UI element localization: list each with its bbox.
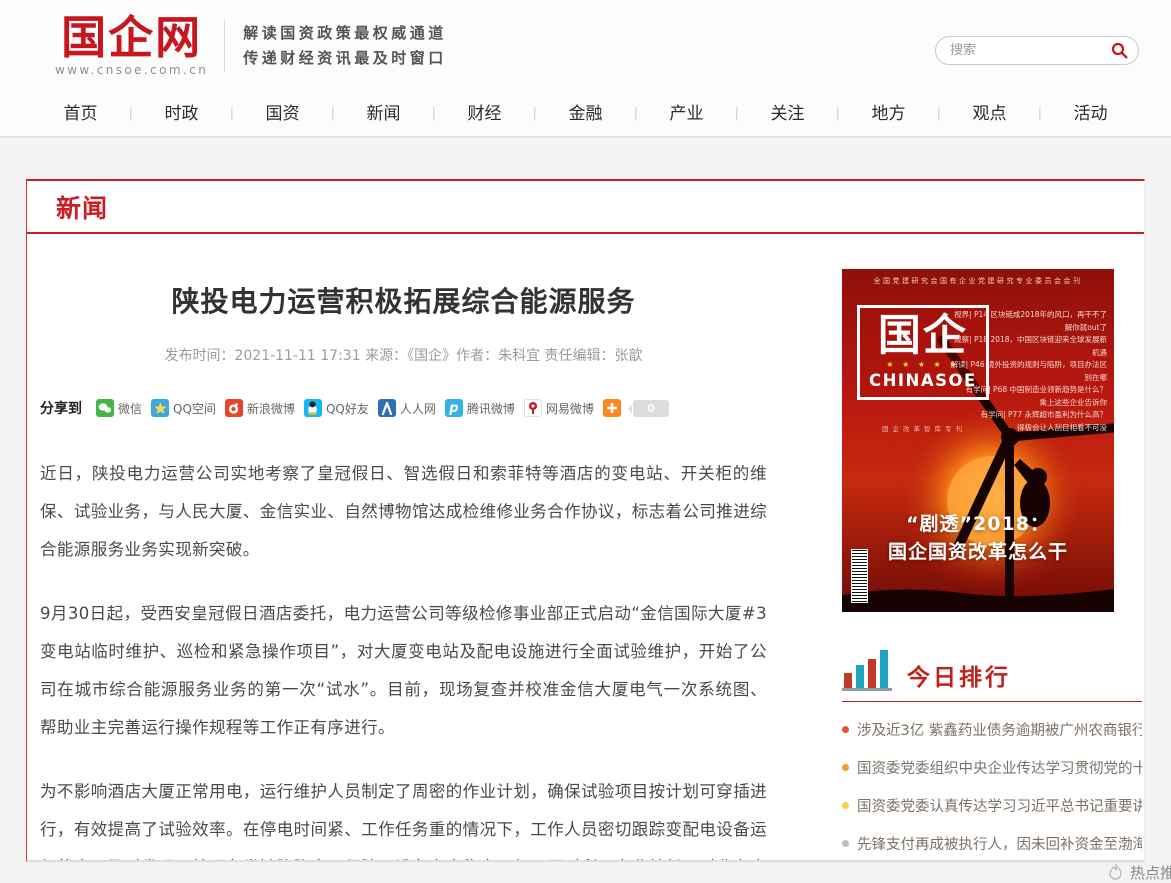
ranking-title: 今日排行 xyxy=(907,658,1011,692)
header-divider xyxy=(224,20,225,72)
magazine-title-line-1: “剧透”2018： xyxy=(842,510,1114,538)
rank-bullet-3 xyxy=(842,802,849,809)
rank-bullet-4 xyxy=(842,840,849,847)
share-qq[interactable]: QQ好友 xyxy=(304,399,369,417)
ranking-item-text: 先锋支付再成被执行人，因未回补资金至渤海 xyxy=(857,833,1142,854)
share-label: 分享到 xyxy=(40,398,82,418)
share-wechat-label: 微信 xyxy=(118,400,142,417)
ranking-header: 今日排行 xyxy=(842,648,1142,702)
share-bar: 分享到 微信 QQ空间 新浪微博 xyxy=(40,398,767,418)
magazine-headline: 视界| P14 区块链成2018年的风口，再干不了解你就out了 xyxy=(949,309,1107,334)
article: 陕投电力运营积极拓展综合能源服务 发布时间：2021-11-11 17:31 来… xyxy=(40,234,767,862)
ranking-list: 涉及近3亿 紫鑫药业债务逾期被广州农商银行 国资委党委组织中央企业传达学习贯彻党… xyxy=(842,719,1142,862)
share-sina-weibo[interactable]: 新浪微博 xyxy=(225,399,295,417)
nav-item-news[interactable]: 新闻 xyxy=(333,92,434,136)
magazine-headline: 乘上这些企业告诉你 xyxy=(949,397,1107,410)
bar-chart-icon xyxy=(842,648,894,692)
nav-item-finance[interactable]: 财经 xyxy=(434,92,535,136)
share-netease-weibo-label: 网易微博 xyxy=(546,400,594,417)
share-renren[interactable]: 人人网 xyxy=(378,399,436,417)
rank-bullet-2 xyxy=(842,764,849,771)
share-more-button[interactable] xyxy=(603,399,621,417)
site-logo-title: 国企网 xyxy=(55,15,208,61)
section-header: 新闻 xyxy=(27,181,1144,234)
nav-item-events[interactable]: 活动 xyxy=(1040,92,1141,136)
hot-recommend-label: 热点推 xyxy=(1130,862,1171,883)
magazine-cover[interactable]: 全国党建研究会国有企业党建研究专业委员会会刊 国企 ★ ★ ★ ★ ★ CHIN… xyxy=(842,269,1114,612)
tencent-weibo-icon: p xyxy=(445,399,463,417)
section-title: 新闻 xyxy=(56,189,108,225)
ranking-item-3[interactable]: 国资委党委认真传达学习习近平总书记重要讲 xyxy=(842,795,1142,816)
article-paragraph-1: 近日，陕投电力运营公司实地考察了皇冠假日、智选假日和索菲特等酒店的变电站、开关柜… xyxy=(40,455,767,569)
nav-item-soe[interactable]: 国资 xyxy=(232,92,333,136)
search-icon[interactable] xyxy=(1111,42,1128,59)
search-input[interactable] xyxy=(935,36,1139,65)
magazine-headline: 观察| P18 2018，中国区块链迎来全球发展新机遇 xyxy=(949,334,1107,359)
ranking-item-4[interactable]: 先锋支付再成被执行人，因未回补资金至渤海 xyxy=(842,833,1142,854)
magazine-barcode xyxy=(851,549,868,603)
site-logo[interactable]: 国企网 www.cnsoe.com.cn xyxy=(55,15,208,77)
ranking-item-text: 国资委党委组织中央企业传达学习贯彻党的十 xyxy=(857,757,1142,778)
magazine-top-line: 全国党建研究会国有企业党建研究专业委员会会刊 xyxy=(842,276,1114,286)
share-qzone[interactable]: QQ空间 xyxy=(151,399,216,417)
share-tencent-weibo[interactable]: p 腾讯微博 xyxy=(445,399,515,417)
article-title: 陕投电力运营积极拓展综合能源服务 xyxy=(40,280,767,320)
magazine-headline: 解读| P46 境外投资的规则与陷阱，项目办法区别在哪 xyxy=(949,359,1107,384)
nav-item-banking[interactable]: 金融 xyxy=(535,92,636,136)
nav-item-opinion[interactable]: 观点 xyxy=(939,92,1040,136)
content-card: 新闻 陕投电力运营积极拓展综合能源服务 发布时间：2021-11-11 17:3… xyxy=(26,179,1145,862)
wechat-icon xyxy=(96,399,114,417)
nav-item-politics[interactable]: 时政 xyxy=(131,92,232,136)
nav-item-focus[interactable]: 关注 xyxy=(737,92,838,136)
article-meta: 发布时间：2021-11-11 17:31 来源：《国企》作者：朱科宜 责任编辑… xyxy=(40,345,767,365)
flame-icon xyxy=(1107,863,1124,882)
site-header: 国企网 www.cnsoe.com.cn 解读国资政策最权威通道 传递财经资讯最… xyxy=(0,0,1171,92)
qzone-star-icon xyxy=(151,399,169,417)
ranking-item-1[interactable]: 涉及近3亿 紫鑫药业债务逾期被广州农商银行 xyxy=(842,719,1142,740)
ranking-item-text: 国资委党委认真传达学习习近平总书记重要讲 xyxy=(857,795,1142,816)
article-paragraph-3: 为不影响酒店大厦正常用电，运行维护人员制定了周密的作业计划，确保试验项目按计划可… xyxy=(40,773,767,862)
magazine-headlines: 视界| P14 区块链成2018年的风口，再干不了解你就out了 观察| P18… xyxy=(949,309,1107,434)
main-nav: 首页 时政 国资 新闻 财经 金融 产业 关注 地方 观点 活动 xyxy=(0,92,1171,138)
netease-weibo-icon xyxy=(524,399,542,417)
magazine-headline: 有学问| P68 中国制造业领新趋势是什么？ xyxy=(949,384,1107,397)
ranking-item-text: 涉及近3亿 紫鑫药业债务逾期被广州农商银行 xyxy=(857,719,1142,740)
share-wechat[interactable]: 微信 xyxy=(96,399,142,417)
search-box xyxy=(935,36,1139,65)
magazine-title-line-2: 国企国资改革怎么干 xyxy=(842,538,1114,566)
sidebar: 全国党建研究会国有企业党建研究专业委员会会刊 国企 ★ ★ ★ ★ ★ CHIN… xyxy=(842,234,1144,862)
share-qq-label: QQ好友 xyxy=(326,400,369,417)
share-netease-weibo[interactable]: 网易微博 xyxy=(524,399,594,417)
site-tagline: 解读国资政策最权威通道 传递财经资讯最及时窗口 xyxy=(243,21,447,71)
rank-bullet-1 xyxy=(842,726,849,733)
share-renren-label: 人人网 xyxy=(400,400,436,417)
share-tencent-weibo-label: 腾讯微博 xyxy=(467,400,515,417)
sina-weibo-icon xyxy=(225,399,243,417)
nav-item-home[interactable]: 首页 xyxy=(30,92,131,136)
magazine-main-title: “剧透”2018： 国企国资改革怎么干 xyxy=(842,510,1114,566)
site-logo-url: www.cnsoe.com.cn xyxy=(55,63,208,77)
magazine-headline: 得极会让人刮目相看不可没 xyxy=(949,422,1107,435)
ranking-item-2[interactable]: 国资委党委组织中央企业传达学习贯彻党的十 xyxy=(842,757,1142,778)
nav-item-local[interactable]: 地方 xyxy=(838,92,939,136)
share-qzone-label: QQ空间 xyxy=(173,400,216,417)
magazine-headline: 有学问| P77 永辉超市盈利为什么高？ xyxy=(949,409,1107,422)
renren-person-icon xyxy=(378,399,396,417)
article-paragraph-2: 9月30日起，受西安皇冠假日酒店委托，电力运营公司等级检修事业部正式启动“金信国… xyxy=(40,595,767,747)
nav-item-industry[interactable]: 产业 xyxy=(636,92,737,136)
share-count-badge[interactable]: 0 xyxy=(633,400,669,417)
tagline-line-2: 传递财经资讯最及时窗口 xyxy=(243,46,447,71)
hot-recommend-link[interactable]: 热点推 xyxy=(0,862,1171,883)
qq-penguin-icon xyxy=(304,399,322,417)
share-sina-weibo-label: 新浪微博 xyxy=(247,400,295,417)
tagline-line-1: 解读国资政策最权威通道 xyxy=(243,21,447,46)
